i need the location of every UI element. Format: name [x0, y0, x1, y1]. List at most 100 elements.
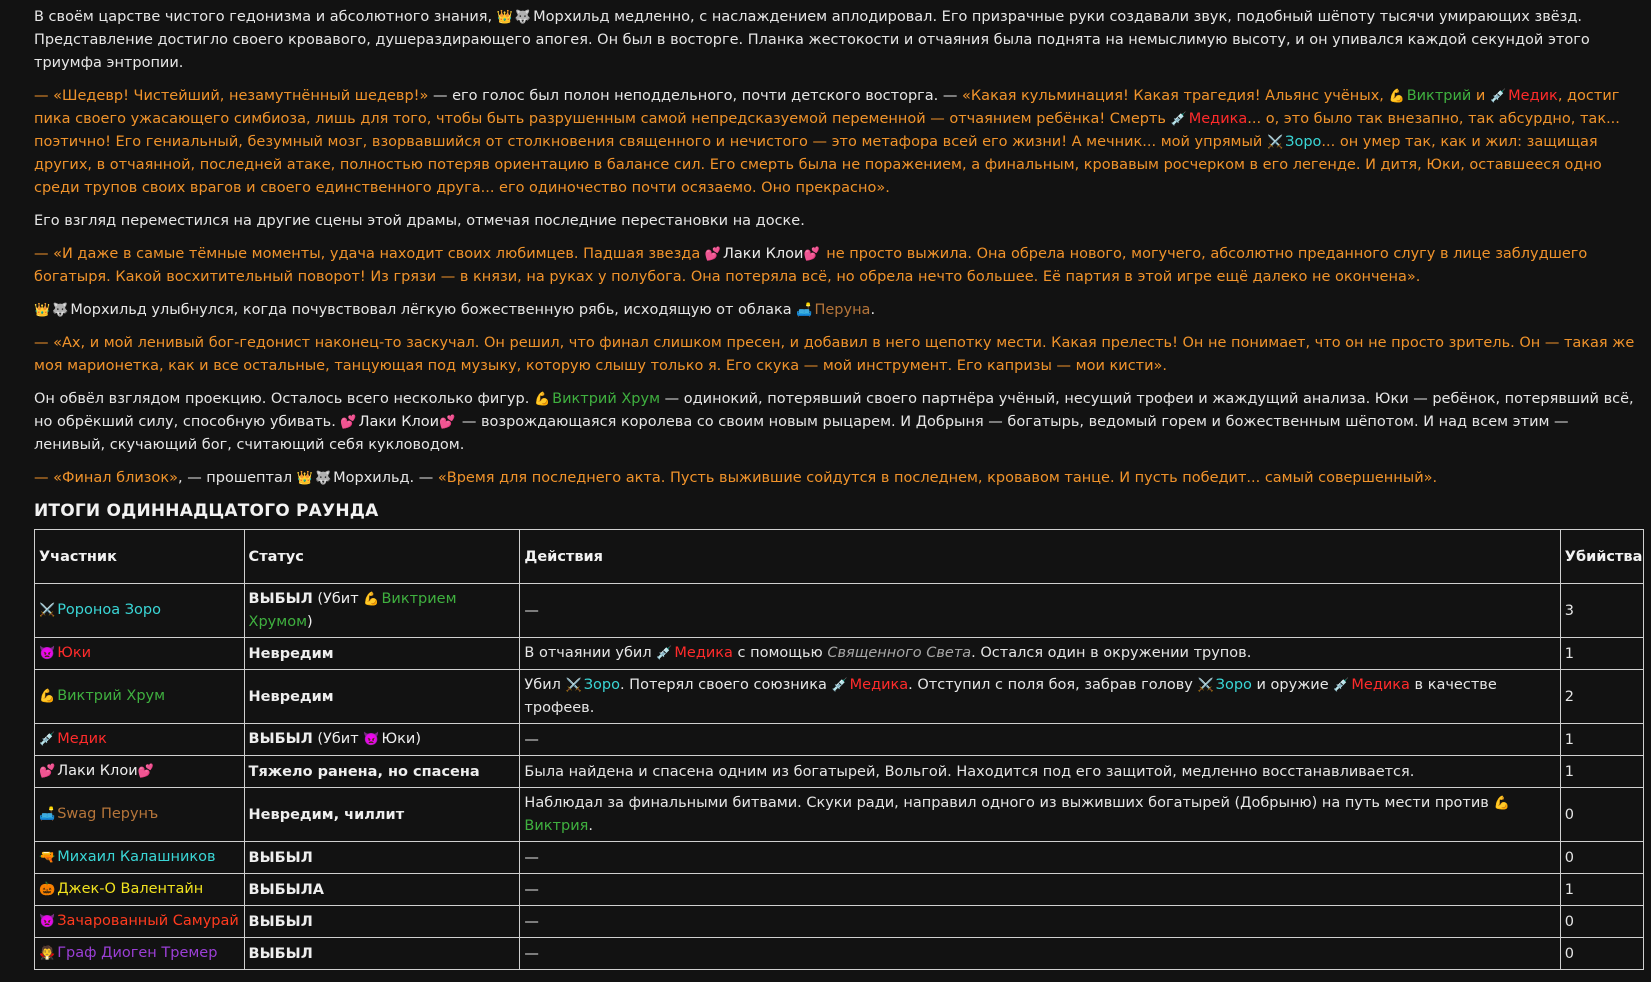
weapon-name: Священного Света	[827, 645, 972, 661]
paragraph-text: В своём царстве чистого гедонизма и абсо…	[34, 9, 493, 25]
devil-icon: 👿	[39, 914, 56, 929]
participant-cell: 🎃 Джек-О Валентайн	[34, 873, 245, 906]
kills-cell: 1	[1559, 723, 1645, 756]
status-cell: ВЫБЫЛ	[243, 905, 521, 938]
wolf-icon: 🐺	[314, 471, 332, 486]
status-text: ВЫБЫЛ	[248, 731, 313, 747]
status-text: ВЫБЫЛ	[248, 591, 313, 607]
status-cell: ВЫБЫЛА	[243, 873, 521, 906]
participant-cell: 👿 Зачарованный Самурай	[34, 905, 245, 938]
status-note: (Убит	[312, 591, 364, 607]
table-row: 👿 Зачарованный Самурай ВЫБЫЛ — 0	[34, 905, 1645, 938]
story-paragraph-3: Его взгляд переместился на другие сцены …	[34, 213, 805, 229]
quote-text: и	[1471, 88, 1490, 104]
flexed-bicep-icon: 💪	[39, 689, 56, 704]
flexed-bicep-icon: 💪	[533, 392, 551, 407]
action-text: Наблюдал за финальными битвами. Скуки ра…	[524, 795, 1494, 811]
table-row: 🔫 Михаил Калашников ВЫБЫЛ — 0	[34, 841, 1645, 874]
action-text: Убил	[524, 677, 566, 693]
crossed-swords-icon: ⚔️	[565, 678, 582, 693]
hearts-icon: 💕	[39, 764, 56, 779]
chat-message: В своём царстве чистого гедонизма и абсо…	[34, 6, 1645, 970]
actions-cell: В отчаянии убил 💉 Медика с помощью Священ…	[519, 637, 1561, 670]
wolf-icon: 🐺	[514, 10, 532, 25]
column-header-status: Статус	[243, 529, 521, 584]
column-header-kills: Убийства	[1559, 529, 1645, 584]
vampire-icon: 🧛	[39, 946, 56, 961]
couch-icon: 🛋️	[39, 807, 56, 822]
column-header-actions: Действия	[519, 529, 1561, 584]
participant-cell: 👿 Юки	[34, 637, 245, 670]
participant-name: Ророноа Зоро	[57, 602, 161, 618]
hearts-icon: 💕	[137, 764, 154, 779]
hearts-icon: 💕	[704, 247, 722, 262]
character-name-zoro: Зоро	[583, 677, 620, 693]
table-row: 🎃 Джек-О Валентайн ВЫБЫЛА — 1	[34, 873, 1645, 906]
actions-cell: —	[519, 583, 1561, 638]
kills-cell: 0	[1559, 787, 1645, 842]
couch-icon: 🛋️	[796, 303, 813, 318]
table-row: 👿 Юки Невредим В отчаянии убил 💉 Медика с …	[34, 637, 1645, 670]
participant-name: Джек-О Валентайн	[57, 881, 204, 897]
kills-cell: 1	[1559, 873, 1645, 906]
quote-text: — «Шедевр! Чистейший, незамутнённый шеде…	[34, 88, 429, 104]
flexed-bicep-icon: 💪	[1388, 89, 1405, 104]
action-text: и оружие	[1251, 677, 1334, 693]
character-name-medik: Медика	[674, 645, 733, 661]
status-cell: ВЫБЫЛ (Убит 💪 Виктрием Хрумом)	[243, 583, 521, 638]
character-name-laki: Лаки Клои	[723, 246, 804, 262]
story-paragraph-8: — «Финал близок», — прошептал 👑 🐺 Морхильд…	[34, 467, 1644, 490]
devil-icon: 👿	[39, 646, 56, 661]
status-cell: Невредим, чиллит	[243, 787, 521, 842]
character-name-viktriy: Виктрия	[524, 818, 589, 834]
gun-icon: 🔫	[39, 850, 56, 865]
kills-cell: 0	[1559, 841, 1645, 874]
story-paragraph-7: Он обвёл взглядом проекцию. Осталось все…	[34, 388, 1644, 457]
participant-name: Swag Перунъ	[57, 806, 159, 822]
pumpkin-icon: 🎃	[39, 882, 56, 897]
participant-cell: 🛋️ Swag Перунъ	[34, 787, 245, 842]
status-note: )	[415, 731, 421, 747]
status-cell: ВЫБЫЛ (Убит 👿 Юки)	[243, 723, 521, 756]
character-name-zoro: Зоро	[1285, 134, 1322, 150]
syringe-icon: 💉	[656, 646, 673, 661]
quote-text: — «Финал близок»	[34, 470, 178, 486]
status-note: )	[307, 614, 313, 630]
character-name-viktriy: Виктрий	[1406, 88, 1472, 104]
kills-cell: 3	[1559, 583, 1645, 638]
paragraph-text: Он обвёл взглядом проекцию. Осталось все…	[34, 391, 534, 407]
character-name-medik: Медик	[1508, 88, 1558, 104]
status-killer-name: Юки	[381, 731, 416, 747]
character-name-zoro: Зоро	[1215, 677, 1252, 693]
participant-name: Юки	[57, 645, 92, 661]
actions-cell: —	[519, 841, 1561, 874]
table-row: ⚔️ Ророноа Зоро ВЫБЫЛ (Убит 💪 Виктрием Хру…	[34, 583, 1645, 638]
syringe-icon: 💉	[1170, 112, 1187, 127]
participant-cell: ⚔️ Ророноа Зоро	[34, 583, 245, 638]
participant-name: Граф Диоген Тремер	[57, 945, 218, 961]
action-text: с помощью	[732, 645, 828, 661]
crown-icon: 👑	[34, 303, 51, 318]
crown-icon: 👑	[296, 471, 313, 486]
actions-cell: —	[519, 723, 1561, 756]
participant-name: Медик	[57, 731, 107, 747]
table-row: 💉 Медик ВЫБЫЛ (Убит 👿 Юки) — 1	[34, 723, 1645, 756]
crossed-swords-icon: ⚔️	[1197, 678, 1214, 693]
paragraph-text: .	[870, 302, 876, 318]
participant-cell: 💉 Медик	[34, 723, 245, 756]
participant-name: Виктрий Хрум	[57, 688, 166, 704]
status-cell: Тяжело ранена, но спасена	[243, 755, 521, 788]
story-paragraph-4: — «И даже в самые тёмные моменты, удача …	[34, 243, 1644, 289]
paragraph-text: — его голос был полон неподдельного, поч…	[428, 88, 963, 104]
status-cell: Невредим	[243, 669, 521, 724]
table-header-row: Участник Статус Действия Убийства	[34, 529, 1645, 584]
paragraph-text: , — прошептал	[177, 470, 297, 486]
participant-cell: 🔫 Михаил Калашников	[34, 841, 245, 874]
flexed-bicep-icon: 💪	[1493, 796, 1510, 811]
participant-name: Зачарованный Самурай	[57, 913, 239, 929]
kills-cell: 0	[1559, 905, 1645, 938]
crossed-swords-icon: ⚔️	[1266, 135, 1284, 150]
syringe-icon: 💉	[831, 678, 848, 693]
status-cell: Невредим	[243, 637, 521, 670]
participant-cell: 💪 Виктрий Хрум	[34, 669, 245, 724]
